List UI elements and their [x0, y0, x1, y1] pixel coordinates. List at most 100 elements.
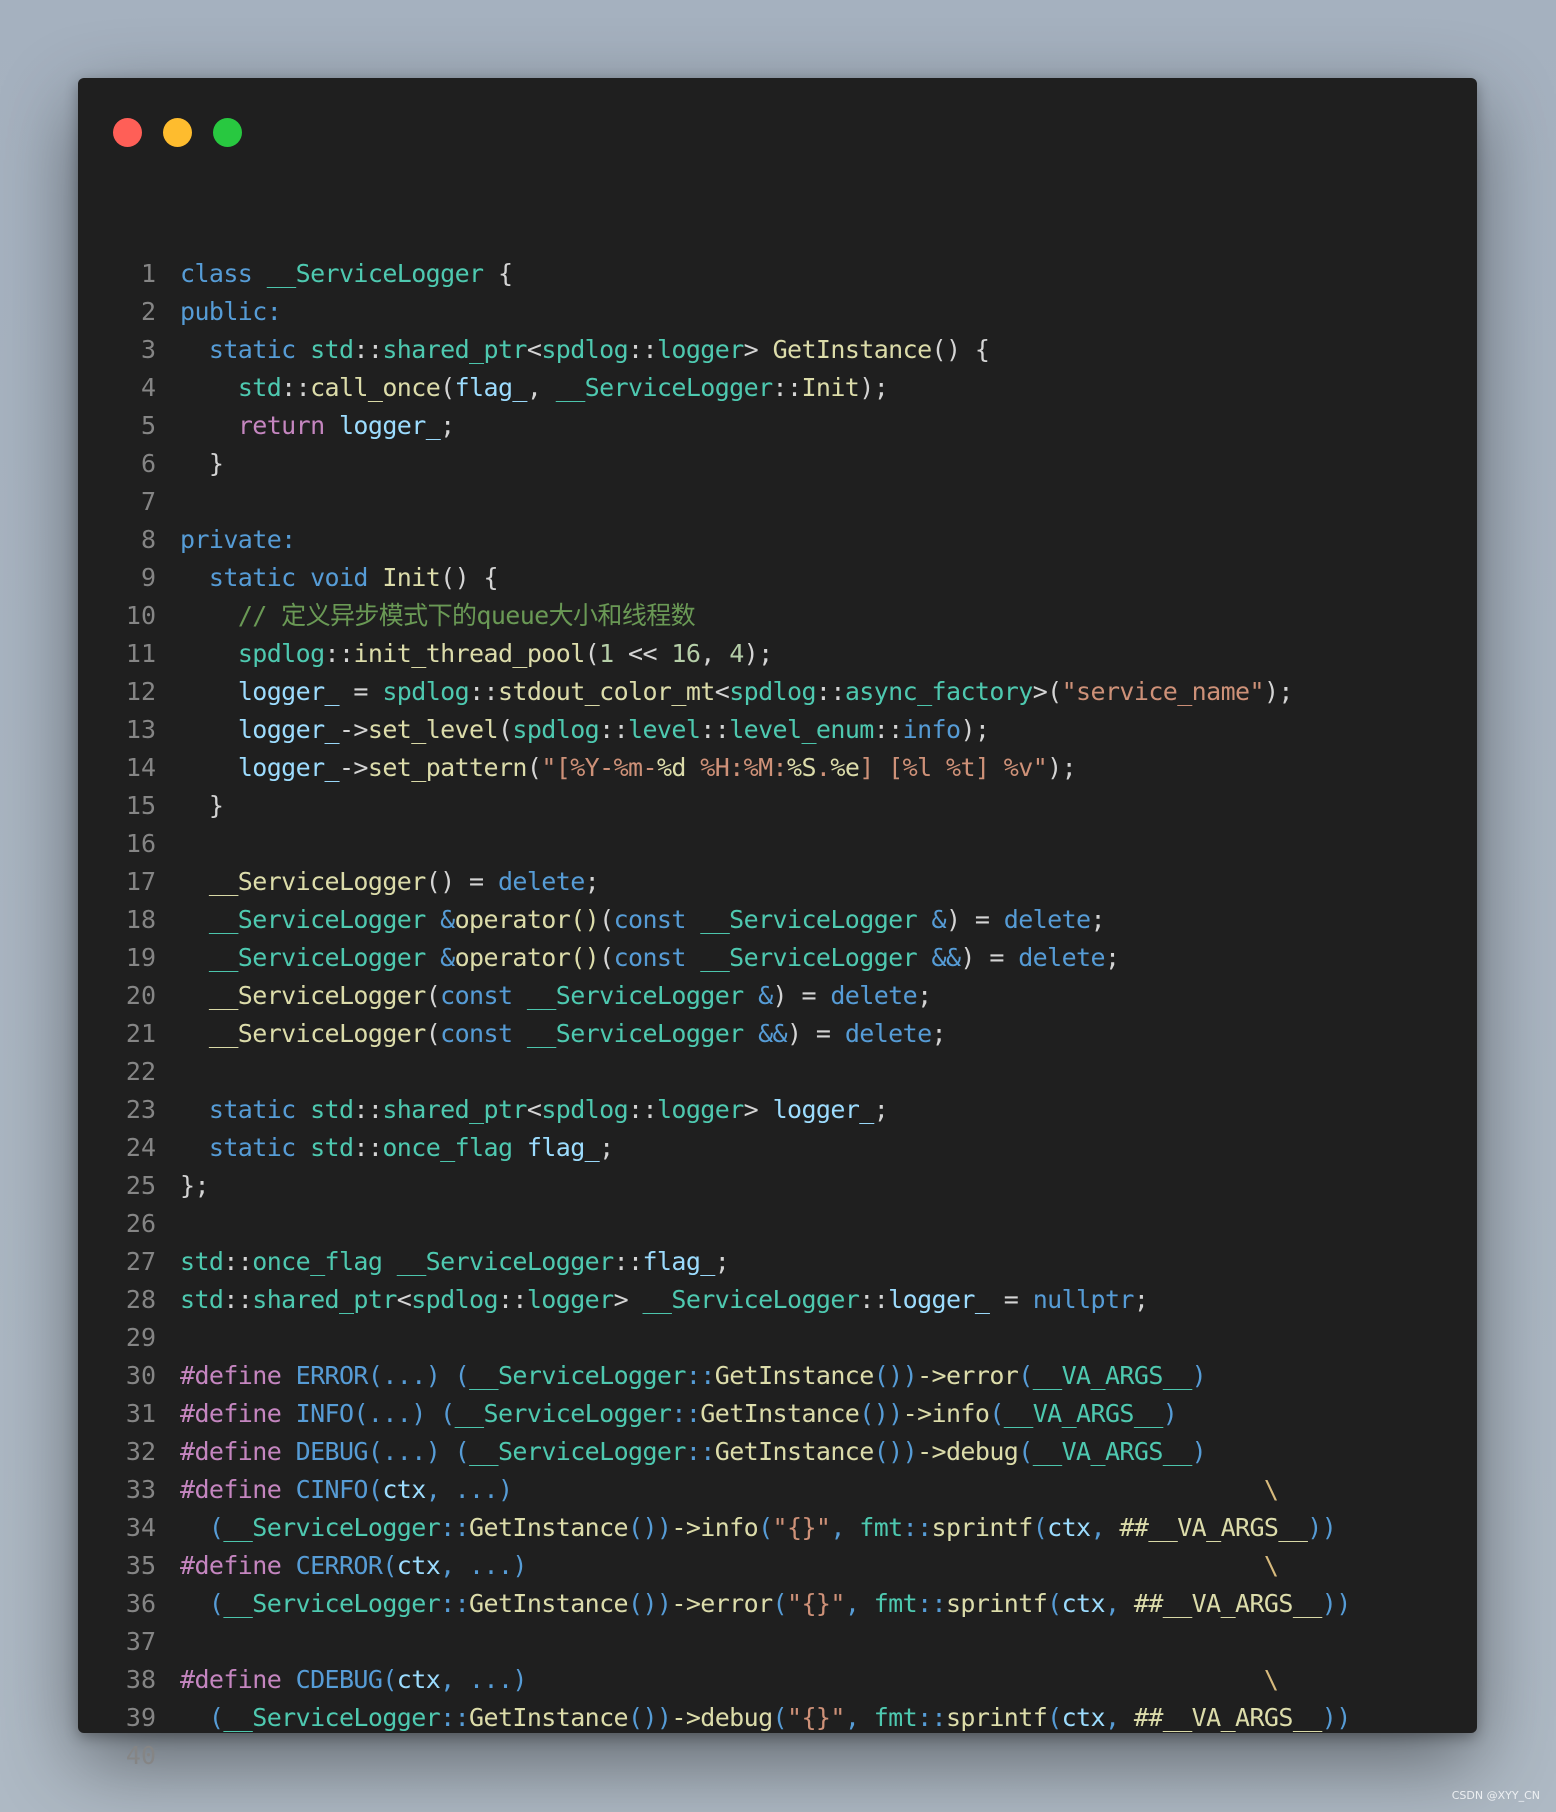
code-token: ) =	[787, 1019, 845, 1048]
code-token: static	[208, 335, 296, 364]
code-token: ,	[700, 639, 730, 668]
code-token: CINFO	[295, 1475, 369, 1504]
code-token: init_thread_pool	[353, 639, 585, 668]
code-token: ::	[772, 373, 803, 402]
line-number: 39	[125, 1703, 156, 1732]
code-token: flag_	[642, 1247, 715, 1276]
code-token: ;	[1104, 943, 1120, 972]
line-number: 16	[125, 829, 156, 858]
code-token: )	[1191, 1437, 1207, 1466]
code-token: spdlog	[541, 335, 629, 364]
code-text: };	[180, 1167, 210, 1205]
code-text: static std::once_flag flag_;	[180, 1129, 614, 1167]
code-token: 1	[599, 639, 614, 668]
line-number: 12	[125, 677, 156, 706]
code-token: ::	[902, 1513, 933, 1542]
code-token: ;	[1133, 1285, 1149, 1314]
line-number: 2	[140, 297, 156, 326]
maximize-button[interactable]	[213, 118, 242, 147]
code-token: #define	[180, 1665, 282, 1694]
code-token: #define	[180, 1361, 282, 1390]
code-token: %H:%M:	[685, 753, 788, 782]
code-token: ctx	[1061, 1703, 1106, 1732]
code-token: >(	[1032, 677, 1063, 706]
code-token: ::	[613, 1247, 644, 1276]
code-token: delete	[497, 867, 585, 896]
code-line: 23 static std::shared_ptr<spdlog::logger…	[78, 1091, 1477, 1129]
line-number: 36	[125, 1589, 156, 1618]
code-token: ::	[440, 1589, 470, 1618]
code-text: (__ServiceLogger::GetInstance())->debug(…	[180, 1699, 1351, 1737]
line-number: 19	[125, 943, 156, 972]
code-token: ))	[1321, 1703, 1352, 1732]
code-token: GetInstance	[772, 335, 933, 364]
code-token: ##__VA_ARGS__	[1133, 1589, 1322, 1618]
code-token: (...)	[367, 1361, 441, 1390]
line-number: 23	[125, 1095, 156, 1124]
code-token: spdlog	[541, 1095, 629, 1124]
code-token: ->info	[671, 1513, 759, 1542]
code-token: const	[440, 1019, 513, 1048]
code-token: ::	[353, 1133, 383, 1162]
code-token: (...)	[353, 1399, 426, 1428]
code-text: std::call_once(flag_, __ServiceLogger::I…	[180, 369, 889, 407]
line-number: 13	[125, 715, 156, 744]
code-token: shared_ptr	[252, 1285, 397, 1314]
code-text: __ServiceLogger() = delete;	[180, 863, 600, 901]
code-line: 19 __ServiceLogger &operator()(const __S…	[78, 939, 1477, 977]
code-text: return logger_;	[180, 407, 455, 445]
code-token: CERROR	[295, 1551, 383, 1580]
code-text: std::shared_ptr<spdlog::logger> __Servic…	[180, 1281, 1149, 1319]
code-token: ;	[584, 867, 600, 896]
code-token: std	[310, 1095, 354, 1124]
code-token: logger	[656, 1095, 744, 1124]
code-token: ))	[1321, 1589, 1352, 1618]
line-number: 32	[125, 1437, 156, 1466]
minimize-button[interactable]	[163, 118, 192, 147]
code-token: ctx	[396, 1665, 441, 1694]
code-token: (	[584, 639, 600, 668]
code-block: 1 class __ServiceLogger {2 public: 3 static…	[78, 255, 1477, 1775]
code-line: 13 logger_->set_level(spdlog::level::lev…	[78, 711, 1477, 749]
code-line: 21 __ServiceLogger(const __ServiceLogger…	[78, 1015, 1477, 1053]
code-token: ,	[844, 1589, 874, 1618]
code-token: info	[902, 715, 961, 744]
code-token: sprintf	[945, 1703, 1048, 1732]
close-button[interactable]	[113, 118, 142, 147]
code-token: once_flag	[382, 1133, 513, 1162]
watermark: CSDN @XYY_CN	[1451, 1789, 1540, 1802]
code-token: #define	[180, 1399, 282, 1428]
code-text: #define CINFO(ctx, ...) \	[180, 1471, 1279, 1509]
code-token: (	[208, 1703, 224, 1732]
code-token: ::	[873, 715, 904, 744]
code-token: __ServiceLogger	[208, 905, 426, 934]
code-token: )	[1162, 1399, 1178, 1428]
code-token: ctx	[382, 1475, 426, 1504]
code-token: &	[440, 943, 455, 972]
code-token: <	[526, 335, 542, 364]
code-token: (	[454, 1361, 470, 1390]
code-token: ::	[440, 1703, 470, 1732]
code-token: Init	[801, 373, 860, 402]
code-token: sprintf	[931, 1513, 1034, 1542]
code-token: ,	[830, 1513, 860, 1542]
code-token: public:	[180, 297, 282, 326]
code-token: );	[859, 373, 889, 402]
code-token: (	[1018, 1437, 1033, 1466]
code-token: >	[743, 1095, 773, 1124]
code-line: 11 spdlog::init_thread_pool(1 << 16, 4);	[78, 635, 1477, 673]
code-text: // 定义异步模式下的queue大小和线程数	[180, 597, 696, 635]
code-token: ::	[324, 639, 355, 668]
